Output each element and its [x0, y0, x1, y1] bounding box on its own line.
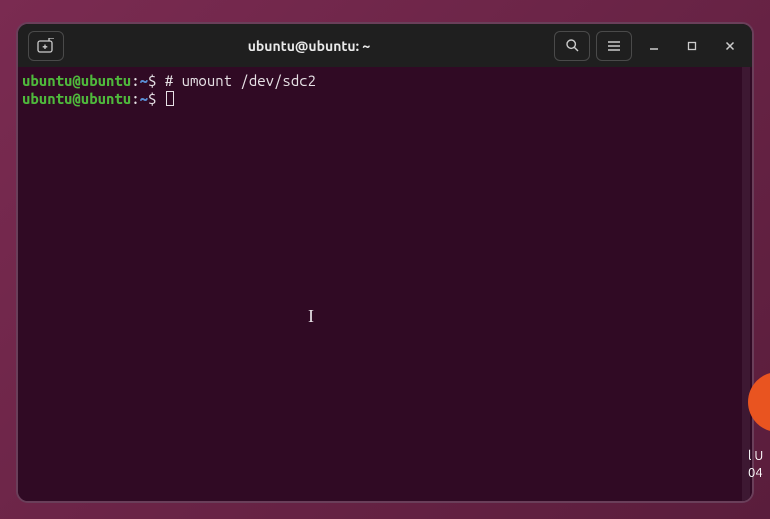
- titlebar-right-controls: [554, 31, 746, 61]
- command-text: # umount /dev/sdc2: [165, 72, 316, 89]
- prompt-dollar: $: [148, 72, 165, 89]
- text-cursor-icon: I: [308, 307, 314, 325]
- terminal-window: ubuntu@ubuntu: ~: [16, 22, 754, 503]
- terminal-line: ubuntu@ubuntu:~$: [22, 90, 748, 108]
- minimize-icon: [649, 41, 659, 51]
- close-icon: [725, 41, 735, 51]
- maximize-button[interactable]: [676, 31, 708, 61]
- close-button[interactable]: [714, 31, 746, 61]
- prompt-path: ~: [140, 90, 148, 107]
- prompt-user: ubuntu@ubuntu: [22, 72, 131, 89]
- terminal-body[interactable]: ubuntu@ubuntu:~$ # umount /dev/sdc2 ubun…: [18, 67, 752, 501]
- menu-icon: [607, 40, 621, 52]
- prompt-user: ubuntu@ubuntu: [22, 90, 131, 107]
- window-title: ubuntu@ubuntu: ~: [68, 38, 550, 54]
- menu-button[interactable]: [596, 31, 632, 61]
- prompt-colon: :: [131, 90, 139, 107]
- search-button[interactable]: [554, 31, 590, 61]
- new-tab-button[interactable]: [28, 31, 64, 61]
- prompt-dollar: $: [148, 90, 165, 107]
- terminal-line: ubuntu@ubuntu:~$ # umount /dev/sdc2: [22, 72, 748, 90]
- minimize-button[interactable]: [638, 31, 670, 61]
- prompt-colon: :: [131, 72, 139, 89]
- search-icon: [565, 38, 580, 53]
- maximize-icon: [687, 41, 697, 51]
- desktop-icon-label: l U 04: [748, 448, 763, 482]
- desktop-icon[interactable]: l U 04: [748, 372, 770, 492]
- titlebar: ubuntu@ubuntu: ~: [18, 24, 752, 67]
- prompt-path: ~: [140, 72, 148, 89]
- cursor: [166, 91, 174, 106]
- ubuntu-logo-icon: [748, 372, 770, 432]
- new-tab-icon: [37, 38, 55, 54]
